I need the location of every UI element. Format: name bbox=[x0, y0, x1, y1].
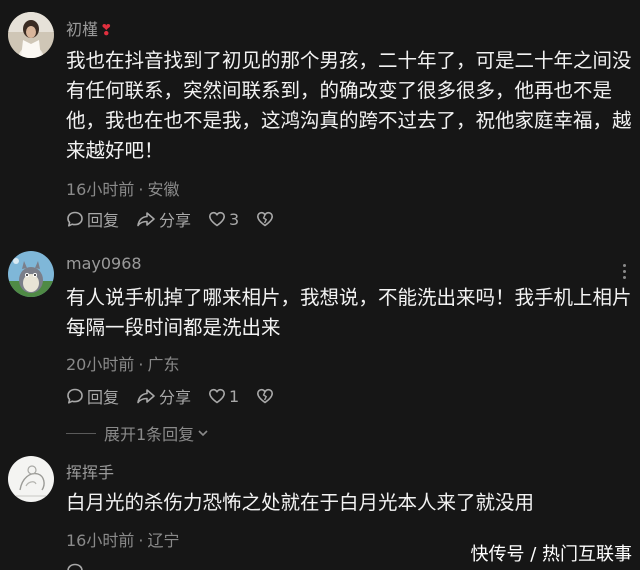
reply-button[interactable] bbox=[66, 562, 87, 570]
like-count: 3 bbox=[229, 209, 240, 229]
expand-replies-label: 展开1条回复 bbox=[104, 425, 195, 444]
more-dot bbox=[622, 276, 626, 279]
broken-heart-icon bbox=[257, 388, 274, 404]
comment-meta: 20小时前 · 广东 bbox=[66, 351, 179, 375]
username[interactable]: 初槿 ❣ bbox=[66, 16, 113, 40]
watermark: 快传号 / 热门互联事 bbox=[470, 544, 632, 565]
divider-line bbox=[66, 432, 96, 434]
share-label: 分享 bbox=[159, 388, 192, 407]
comment-location: 辽宁 bbox=[147, 531, 180, 550]
more-dot bbox=[622, 270, 626, 273]
comment-meta: 16小时前 · 安徽 bbox=[66, 176, 179, 200]
comment-bubble-icon bbox=[67, 388, 83, 404]
username[interactable]: 挥挥手 bbox=[66, 459, 114, 483]
meta-separator: · bbox=[138, 180, 144, 199]
comment-time: 20小时前 bbox=[66, 355, 135, 374]
like-count: 1 bbox=[229, 386, 240, 406]
comment-meta: 16小时前 · 辽宁 bbox=[66, 527, 179, 551]
meta-separator: · bbox=[138, 355, 144, 374]
reply-button[interactable]: 回复 bbox=[66, 384, 119, 408]
comment-location: 安徽 bbox=[147, 180, 180, 199]
more-options-button[interactable] bbox=[622, 264, 626, 279]
comment-bubble-icon bbox=[67, 211, 83, 227]
share-label: 分享 bbox=[159, 211, 192, 230]
heart-outline-icon bbox=[209, 211, 226, 227]
username[interactable]: may0968 bbox=[66, 254, 142, 273]
avatar[interactable] bbox=[8, 251, 54, 297]
comment-text: 白月光的杀伤力恐怖之处就在于白月光本人来了就没用 bbox=[66, 491, 535, 514]
expand-replies-button[interactable]: 展开1条回复 bbox=[66, 421, 210, 445]
like-button[interactable]: 1 bbox=[208, 387, 239, 406]
comment-actions: 回复 分享 3 bbox=[66, 208, 294, 230]
like-button[interactable]: 3 bbox=[208, 210, 239, 229]
comments-page: 初槿 ❣ 我也在抖音找到了初见的那个男孩，二十年了，可是二十年之间没有任何联系，突… bbox=[0, 0, 640, 570]
comment-actions: 回复 分享 1 bbox=[66, 385, 294, 407]
comment-text: 有人说手机掉了哪来相片，我想说，不能洗出来吗！我手机上相片每隔一段时间都是洗出来 bbox=[66, 286, 632, 339]
comment-item: 初槿 ❣ 我也在抖音找到了初见的那个男孩，二十年了，可是二十年之间没有任何联系，突… bbox=[0, 0, 640, 245]
avatar[interactable] bbox=[8, 456, 54, 502]
heart-badge-icon: ❣ bbox=[100, 21, 113, 39]
comment-text: 我也在抖音找到了初见的那个男孩，二十年了，可是二十年之间没有任何联系，突然间联系… bbox=[66, 49, 632, 162]
username-text: 挥挥手 bbox=[66, 463, 115, 482]
comment-time: 16小时前 bbox=[66, 180, 135, 199]
heart-outline-icon bbox=[209, 388, 226, 404]
avatar[interactable] bbox=[8, 12, 54, 58]
comment-time: 16小时前 bbox=[66, 531, 135, 550]
reply-label: 回复 bbox=[87, 388, 120, 407]
username-text: 初槿 bbox=[66, 20, 99, 39]
share-button[interactable]: 分享 bbox=[136, 384, 191, 408]
reply-button[interactable]: 回复 bbox=[66, 207, 119, 231]
meta-separator: · bbox=[138, 531, 144, 550]
share-arrow-icon bbox=[137, 389, 155, 404]
chevron-down-icon bbox=[198, 430, 208, 437]
more-dots-icon bbox=[622, 264, 626, 267]
dislike-button[interactable] bbox=[256, 387, 277, 405]
dislike-button[interactable] bbox=[256, 210, 277, 228]
share-arrow-icon bbox=[137, 212, 155, 227]
comment-item: may0968 有人说手机掉了哪来相片，我想说，不能洗出来吗！我手机上相片每隔一… bbox=[0, 245, 640, 445]
broken-heart-icon bbox=[257, 211, 274, 227]
username-text: may0968 bbox=[66, 254, 142, 273]
share-button[interactable]: 分享 bbox=[136, 207, 191, 231]
comment-bubble-icon bbox=[67, 563, 83, 570]
comment-actions bbox=[66, 560, 104, 570]
reply-label: 回复 bbox=[87, 211, 120, 230]
comment-location: 广东 bbox=[147, 355, 180, 374]
